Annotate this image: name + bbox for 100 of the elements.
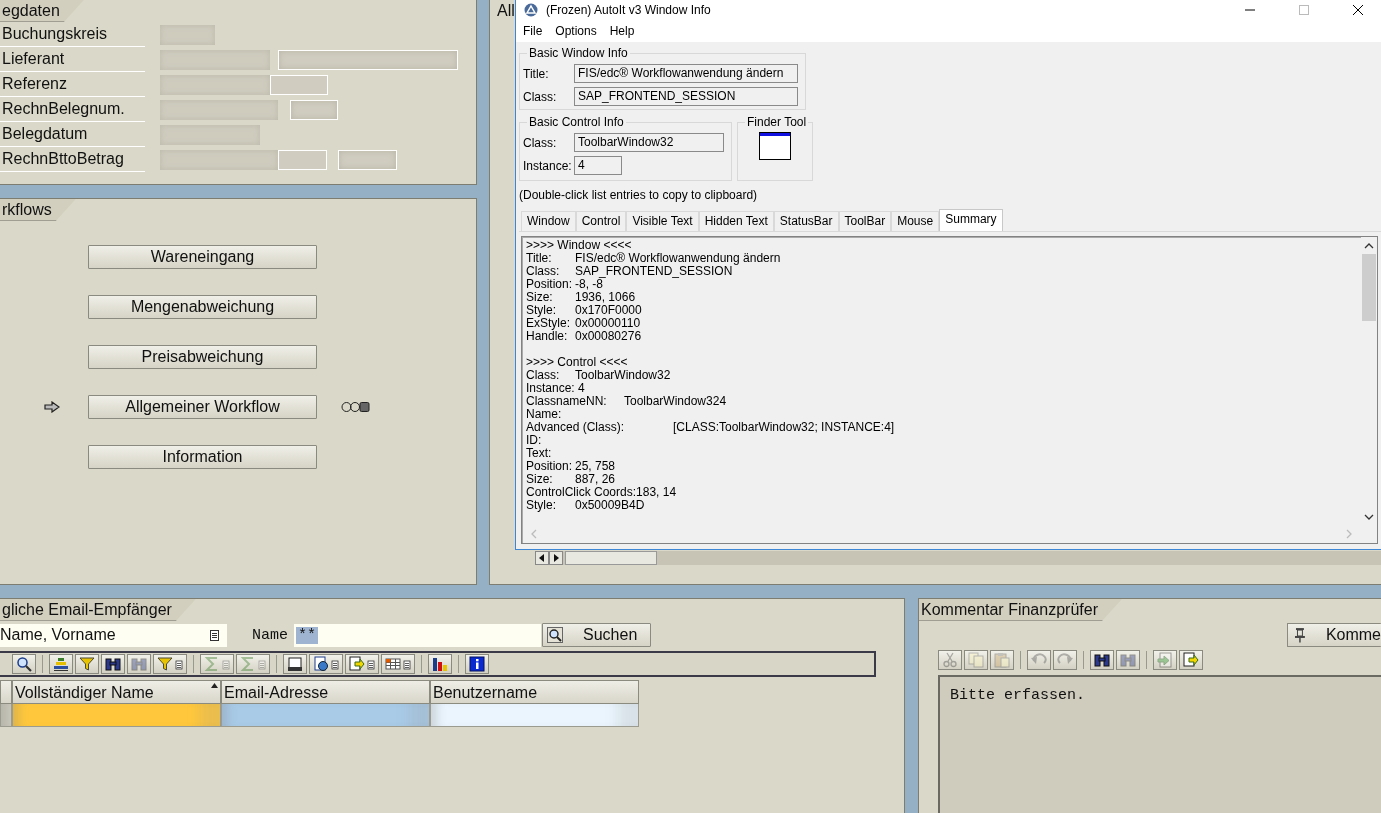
window-icon[interactable] — [758, 132, 791, 160]
menu-item[interactable]: File — [523, 24, 543, 39]
toolbar-button[interactable] — [75, 654, 99, 674]
field-label: Name — [252, 626, 288, 644]
tab[interactable]: Hidden Text — [698, 211, 774, 231]
comment-text: Bitte erfassen. — [950, 687, 1086, 704]
field-label: Referenz — [0, 72, 145, 97]
column-header[interactable]: Benutzername — [430, 680, 639, 704]
toolbar-button[interactable] — [465, 654, 489, 674]
dropdown-field[interactable]: Name, Vorname — [0, 623, 227, 647]
scroll-left-icon[interactable] — [535, 551, 549, 565]
bar-chart-icon — [432, 656, 448, 672]
read-only-field[interactable]: FIS/edc® Workflowanwendung ändern — [574, 64, 798, 83]
tab[interactable]: StatusBar — [773, 211, 839, 231]
summary-line: ClassnameNN: ToolbarWindow324 — [526, 395, 728, 408]
menu-item[interactable]: Options — [555, 24, 597, 39]
scroll-thumb[interactable] — [565, 551, 657, 565]
field-value: ** — [296, 626, 319, 644]
summary-line: Position: 25, 758 — [526, 460, 617, 473]
field-value: Name, Vorname — [0, 626, 117, 644]
read-only-field[interactable]: ToolbarWindow32 — [574, 133, 724, 152]
toolbar-button[interactable] — [345, 654, 379, 674]
field-label: Title: — [523, 66, 550, 81]
tab[interactable]: Control — [575, 211, 627, 231]
binoculars-icon — [1120, 652, 1136, 668]
toolbar-button[interactable] — [309, 654, 343, 674]
tab[interactable]: ToolBar — [838, 211, 892, 231]
field-label: Class: — [523, 89, 558, 104]
pushpin-icon — [1294, 627, 1306, 643]
scroll-up-icon[interactable] — [1364, 242, 1374, 250]
menu-item[interactable]: Help — [609, 24, 635, 39]
field-label: Lieferant — [0, 47, 145, 72]
sigma-icon — [240, 656, 266, 672]
panel-tab[interactable]: rkflows — [0, 199, 76, 221]
binoculars-icon — [105, 656, 121, 672]
field-label: RechnBttoBetrag — [0, 147, 145, 172]
funnel-icon — [157, 656, 183, 672]
column-header[interactable]: Email-Adresse — [221, 680, 430, 704]
toolbar-button[interactable] — [381, 654, 415, 674]
tab[interactable]: Visible Text — [626, 211, 699, 231]
toolbar-button[interactable] — [428, 654, 452, 674]
blurred-value — [338, 149, 397, 170]
summary-line: Text: — [526, 447, 553, 460]
group-title: Basic Window Info — [528, 46, 629, 60]
summary-list[interactable] — [521, 236, 1378, 544]
hint-text: (Double-click list entries to copy to clipboard) — [519, 188, 759, 202]
field-label: Belegdatum — [0, 122, 145, 147]
workflow-button[interactable]: Information — [88, 445, 317, 469]
group-title: Basic Control Info — [528, 115, 625, 129]
column-header[interactable]: Vollständiger Name — [12, 680, 221, 704]
toolbar-button[interactable] — [153, 654, 187, 674]
scroll-thumb[interactable] — [1362, 254, 1376, 321]
panel-tab[interactable]: egdaten — [0, 0, 84, 22]
grid-icon — [385, 656, 411, 672]
summary-line: >>>> Control <<<< — [526, 356, 629, 369]
tab[interactable]: Mouse — [891, 211, 940, 231]
toolbar-button[interactable] — [283, 654, 307, 674]
close-icon[interactable] — [1353, 5, 1363, 16]
blurred-value — [290, 99, 338, 120]
summary-line: ExStyle: 0x00000110 — [526, 317, 642, 330]
scroll-down-icon[interactable] — [1364, 513, 1374, 521]
field-label: Buchungskreis — [0, 22, 145, 47]
summary-line: Name: — [526, 408, 563, 421]
binoculars-icon — [131, 656, 147, 672]
workflow-button[interactable]: Preisabweichung — [88, 345, 317, 369]
magnifier-icon — [16, 656, 32, 672]
read-only-field[interactable]: SAP_FRONTEND_SESSION — [574, 87, 798, 106]
read-only-field[interactable]: 4 — [574, 156, 622, 175]
comment-button[interactable]: Komme — [1287, 623, 1381, 647]
info-icon — [469, 656, 485, 672]
summary-line: Class: SAP_FRONTEND_SESSION — [526, 265, 733, 278]
row-selector-header[interactable] — [0, 680, 12, 704]
workflow-button[interactable]: Mengenabweichung — [88, 295, 317, 319]
summary-line: Class: ToolbarWindow32 — [526, 369, 672, 382]
document-icon — [313, 656, 339, 672]
summary-line: Size: 887, 26 — [526, 473, 617, 486]
input-field[interactable]: ** — [294, 623, 541, 647]
toolbar-button[interactable] — [1090, 650, 1114, 670]
list-icon[interactable] — [210, 629, 219, 641]
toolbar-button[interactable] — [49, 654, 73, 674]
field-label: RechnBelegnum. — [0, 97, 145, 122]
search-button[interactable]: Suchen — [542, 623, 651, 647]
panel-tab[interactable]: gliche Email-Empfänger — [0, 599, 196, 621]
window-title: (Frozen) AutoIt v3 Window Info — [546, 3, 711, 18]
field-label: Class: — [523, 135, 558, 150]
document-arrow-icon — [1157, 652, 1173, 668]
toolbar-button[interactable] — [12, 654, 36, 674]
scrollbar[interactable] — [535, 551, 1381, 565]
clipboard-icon — [994, 652, 1010, 668]
scroll-right-icon[interactable] — [549, 551, 563, 565]
toolbar-button[interactable] — [101, 654, 125, 674]
workflow-button[interactable]: Wareneingang — [88, 245, 317, 269]
workflow-button[interactable]: Allgemeiner Workflow — [88, 395, 317, 419]
panel-tab[interactable]: Kommentar Finanzprüfer — [919, 599, 1122, 621]
tab[interactable]: Window — [521, 211, 576, 231]
panel-tab[interactable]: All — [490, 0, 515, 22]
tab[interactable]: Summary — [939, 209, 1003, 231]
text-area[interactable]: Bitte erfassen. — [938, 675, 1381, 813]
summary-line: Instance: 4 — [526, 382, 586, 395]
summary-line: Title: FIS/edc® Workflowanwendung ändern — [526, 252, 782, 265]
